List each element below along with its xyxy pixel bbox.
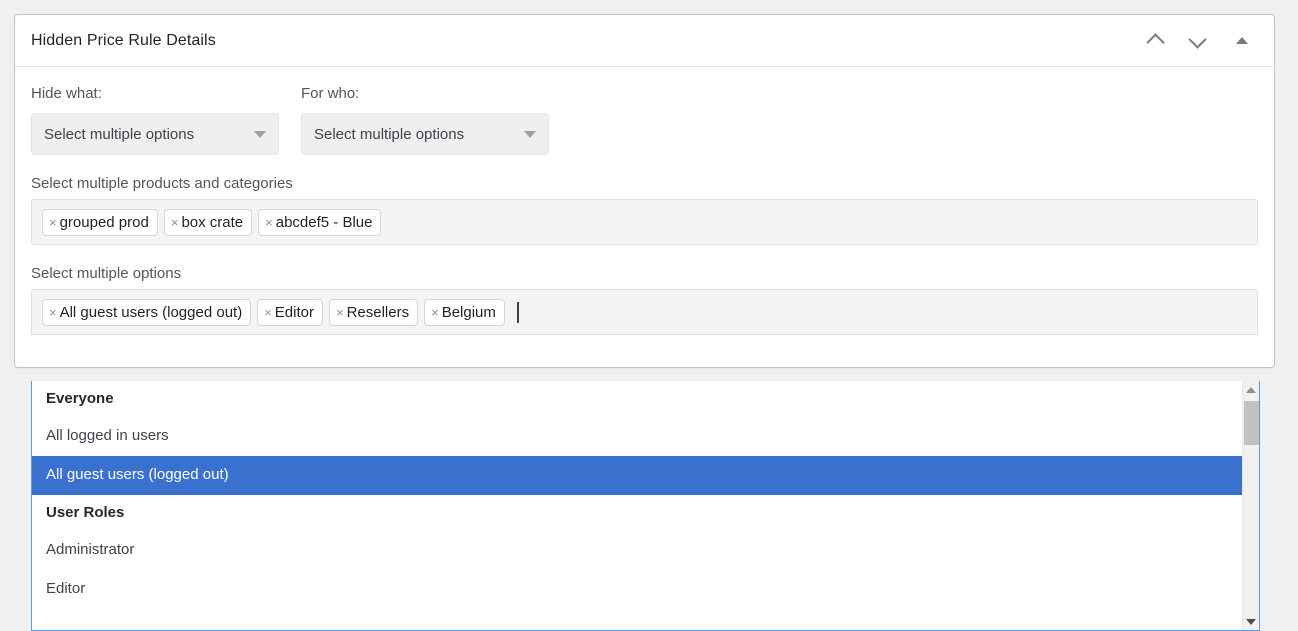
page-title: Hidden Price Rule Details	[31, 31, 216, 49]
select-row: Hide what: Select multiple options For w…	[31, 85, 1258, 155]
options-dropdown-list: Everyone All logged in users All guest use…	[32, 381, 1242, 630]
for-who-select[interactable]: Select multiple options	[301, 113, 549, 155]
remove-tag-icon[interactable]: ×	[49, 216, 57, 229]
remove-tag-icon[interactable]: ×	[431, 306, 439, 319]
scroll-down-icon[interactable]	[1243, 613, 1259, 630]
panel-header: Hidden Price Rule Details	[15, 15, 1274, 67]
for-who-value: Select multiple options	[314, 125, 465, 143]
tag-chip-label: grouped prod	[59, 213, 149, 231]
options-dropdown: Everyone All logged in users All guest use…	[31, 381, 1260, 631]
for-who-group: For who: Select multiple options	[301, 85, 549, 155]
text-cursor	[516, 301, 519, 323]
tag-chip[interactable]: × Belgium	[424, 298, 505, 326]
remove-tag-icon[interactable]: ×	[49, 306, 57, 319]
tag-chip[interactable]: × grouped prod	[42, 208, 158, 236]
tag-chip[interactable]: × box crate	[163, 208, 253, 236]
panel-body: Hide what: Select multiple options For w…	[15, 67, 1274, 631]
products-field: Select multiple products and categories …	[31, 175, 1258, 245]
tag-chip-label: box crate	[181, 213, 244, 231]
who-field-label: Select multiple options	[31, 265, 182, 282]
dropdown-option[interactable]: Editor	[32, 570, 1242, 609]
tag-chip-label: Belgium	[441, 303, 496, 321]
tag-chip[interactable]: × All guest users (logged out)	[42, 298, 252, 326]
scroll-up-icon[interactable]	[1243, 381, 1259, 398]
who-tag-input[interactable]: × All guest users (logged out) × Editor × Res…	[31, 289, 1258, 335]
collapse-toggle-icon[interactable]	[1226, 28, 1252, 54]
hide-what-label: Hide what:	[31, 85, 102, 102]
tag-chip[interactable]: × Editor	[257, 298, 323, 326]
scrollbar-thumb[interactable]	[1244, 401, 1259, 445]
chevron-down-icon	[524, 130, 536, 138]
tag-chip-label: Resellers	[346, 303, 410, 321]
remove-tag-icon[interactable]: ×	[336, 306, 344, 319]
dropdown-option[interactable]: Administrator	[32, 531, 1242, 570]
tag-chip[interactable]: × abcdef5 - Blue	[258, 208, 382, 236]
hide-what-select[interactable]: Select multiple options	[31, 113, 279, 155]
tag-chip-label: Editor	[274, 303, 314, 321]
hide-what-value: Select multiple options	[44, 125, 195, 143]
chevron-down-icon	[254, 130, 266, 138]
remove-tag-icon[interactable]: ×	[265, 216, 273, 229]
products-field-label: Select multiple products and categories	[31, 175, 293, 192]
hidden-price-rule-panel: Hidden Price Rule Details Hide what: Sel…	[14, 14, 1275, 631]
tag-chip[interactable]: × Resellers	[328, 298, 419, 326]
dropdown-option[interactable]: All guest users (logged out)	[32, 456, 1242, 495]
hide-what-group: Hide what: Select multiple options	[31, 85, 279, 155]
remove-tag-icon[interactable]: ×	[264, 306, 272, 319]
panel-header-actions	[1142, 28, 1260, 54]
dropdown-group-header: User Roles	[46, 504, 125, 521]
tag-chip-label: All guest users (logged out)	[59, 303, 243, 321]
for-who-label: For who:	[301, 85, 360, 102]
products-tag-input[interactable]: × grouped prod × box crate × abcdef5 - Blue	[31, 199, 1258, 245]
dropdown-option[interactable]: All logged in users	[32, 417, 1242, 456]
dropdown-group-header: Everyone	[46, 390, 114, 407]
dropdown-scrollbar[interactable]	[1242, 381, 1259, 630]
tag-chip-label: abcdef5 - Blue	[275, 213, 373, 231]
who-field: Select multiple options × All guest users…	[31, 265, 1258, 335]
move-up-icon[interactable]	[1142, 28, 1168, 54]
remove-tag-icon[interactable]: ×	[171, 216, 179, 229]
move-down-icon[interactable]	[1184, 28, 1210, 54]
